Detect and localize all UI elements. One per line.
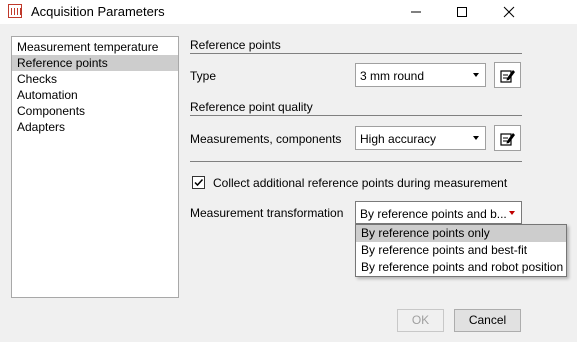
reference-points-section-title: Reference points bbox=[190, 38, 281, 52]
edit-type-button[interactable] bbox=[494, 62, 521, 88]
chevron-down-icon bbox=[473, 136, 479, 140]
acquisition-parameters-dialog: Acquisition Parameters Measurement tempe… bbox=[0, 0, 577, 342]
measurements-components-value: High accuracy bbox=[360, 132, 437, 146]
section-divider bbox=[190, 53, 522, 54]
app-logo-icon bbox=[8, 4, 22, 18]
category-list[interactable]: Measurement temperature Reference points… bbox=[11, 36, 179, 298]
maximize-icon bbox=[457, 7, 467, 17]
measurements-components-label: Measurements, components bbox=[190, 132, 342, 146]
collect-reference-points-checkbox[interactable] bbox=[192, 176, 205, 189]
sidebar-item-adapters[interactable]: Adapters bbox=[12, 119, 178, 135]
type-label: Type bbox=[190, 69, 217, 83]
title-bar[interactable]: Acquisition Parameters bbox=[0, 0, 577, 24]
edit-icon bbox=[500, 133, 515, 146]
sidebar-item-checks[interactable]: Checks bbox=[12, 71, 178, 87]
collect-reference-points-label[interactable]: Collect additional reference points duri… bbox=[213, 176, 507, 190]
cancel-button[interactable]: Cancel bbox=[454, 309, 521, 332]
chevron-down-icon bbox=[473, 73, 479, 77]
minimize-icon bbox=[411, 11, 421, 13]
measurement-transformation-value: By reference points and b... bbox=[360, 207, 506, 221]
close-icon bbox=[503, 6, 515, 18]
checkmark-icon bbox=[194, 178, 204, 187]
minimize-button[interactable] bbox=[393, 0, 439, 24]
section-divider bbox=[190, 161, 522, 162]
dropdown-option-reference-points-only[interactable]: By reference points only bbox=[356, 225, 566, 242]
sidebar-item-reference-points[interactable]: Reference points bbox=[12, 55, 178, 71]
measurement-transformation-label: Measurement transformation bbox=[190, 206, 344, 220]
sidebar-item-automation[interactable]: Automation bbox=[12, 87, 178, 103]
section-divider bbox=[190, 115, 522, 116]
maximize-button[interactable] bbox=[439, 0, 485, 24]
dropdown-option-reference-points-best-fit[interactable]: By reference points and best-fit bbox=[356, 242, 566, 259]
window-title: Acquisition Parameters bbox=[31, 4, 165, 19]
measurement-transformation-dropdown[interactable]: By reference points only By reference po… bbox=[355, 224, 567, 277]
edit-icon bbox=[500, 70, 515, 83]
type-select[interactable]: 3 mm round bbox=[355, 63, 486, 87]
sidebar-item-measurement-temperature[interactable]: Measurement temperature bbox=[12, 39, 178, 55]
type-select-value: 3 mm round bbox=[360, 69, 425, 83]
dropdown-option-reference-points-robot-position[interactable]: By reference points and robot position bbox=[356, 259, 566, 276]
ok-button[interactable]: OK bbox=[397, 309, 444, 332]
reference-point-quality-section-title: Reference point quality bbox=[190, 100, 313, 114]
measurements-components-select[interactable]: High accuracy bbox=[355, 126, 486, 150]
sidebar-item-components[interactable]: Components bbox=[12, 103, 178, 119]
close-button[interactable] bbox=[486, 0, 532, 24]
chevron-down-icon bbox=[509, 211, 515, 215]
edit-quality-button[interactable] bbox=[494, 125, 521, 151]
measurement-transformation-select[interactable]: By reference points and b... bbox=[355, 201, 522, 224]
